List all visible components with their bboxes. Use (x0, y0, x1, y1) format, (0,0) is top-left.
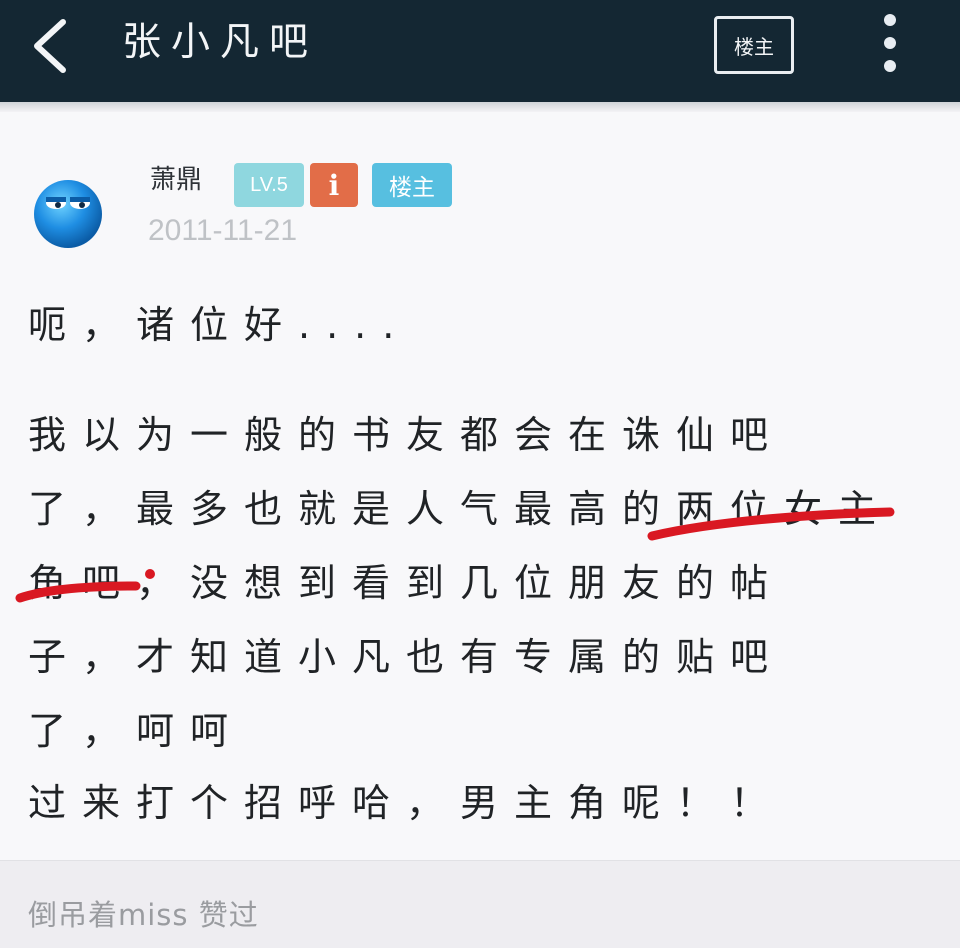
level-badge: LV.5 (234, 163, 304, 207)
more-menu-button[interactable] (872, 10, 908, 76)
owner-badge: 楼主 (372, 163, 452, 207)
post-line-1: 呃，诸位好.... (28, 303, 411, 347)
header-shadow (0, 102, 960, 112)
author-name[interactable]: 萧鼎 (150, 160, 202, 200)
post-line-5: 子，才知道小凡也有专属的贴吧 (28, 635, 785, 679)
vertical-dots-icon (884, 14, 896, 26)
likes-text[interactable]: 倒吊着miss 赞过 (28, 892, 259, 934)
post-line-6: 了，呵呵 (28, 709, 245, 753)
avatar[interactable] (22, 168, 114, 260)
post-line-7: 过来打个招呼哈，男主角呢！！ (28, 781, 785, 825)
info-icon: i (310, 163, 358, 207)
post-line-4: 角吧，没想到看到几位朋友的帖 (28, 561, 785, 605)
post-date: 2011-11-21 (148, 214, 298, 247)
post-line-2: 我以为一般的书友都会在诛仙吧 (28, 413, 785, 457)
page-title: 张小凡吧 (122, 20, 319, 65)
only-owner-button[interactable]: 楼主 (714, 16, 794, 74)
back-button[interactable] (22, 14, 78, 78)
post-line-3: 了，最多也就是人气最高的两位女主 (28, 487, 893, 531)
top-navigation-bar: 张小凡吧 楼主 (0, 0, 960, 102)
chevron-left-icon (34, 19, 66, 73)
